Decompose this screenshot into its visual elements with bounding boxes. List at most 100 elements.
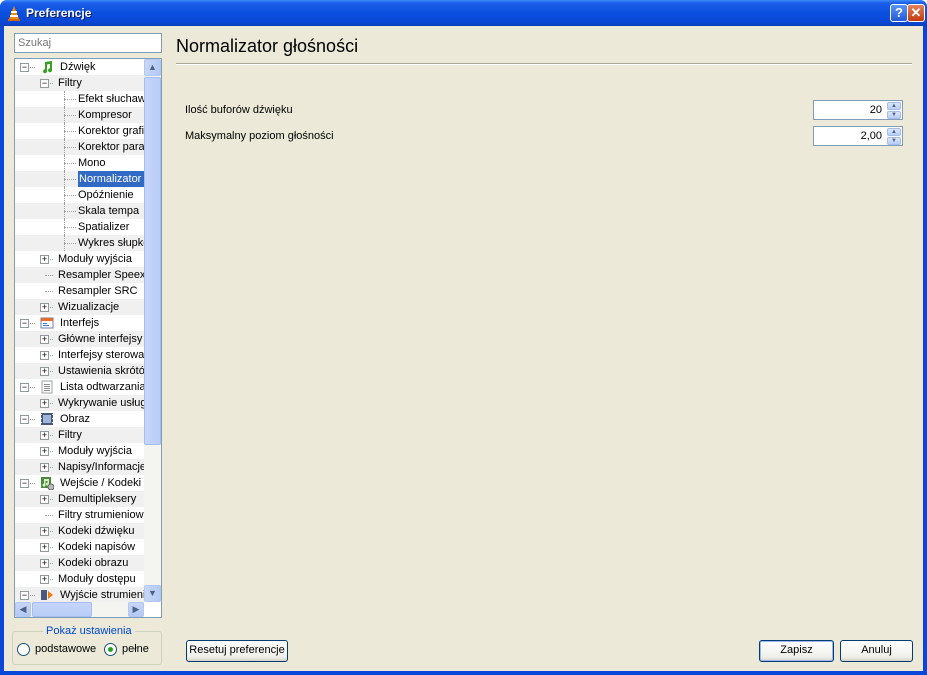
tree-item[interactable]: − Obraz xyxy=(15,411,144,427)
tree-item-label[interactable]: Korektor grafi xyxy=(78,123,144,139)
max-volume-spinbox[interactable]: 2,00 ▲ ▼ xyxy=(813,126,903,146)
tree-item[interactable]: + Główne interfejsy xyxy=(15,331,144,347)
tree-item[interactable]: Opóźnienie xyxy=(15,187,144,203)
spin-up-icon[interactable]: ▲ xyxy=(887,128,901,136)
collapse-minus-icon[interactable]: − xyxy=(40,79,49,88)
tree-item[interactable]: + Moduły wyjścia xyxy=(15,251,144,267)
scroll-right-arrow-icon[interactable]: ▶ xyxy=(128,602,144,617)
expand-plus-icon[interactable]: + xyxy=(40,351,49,360)
close-button[interactable]: ✕ xyxy=(907,4,925,22)
tree-item[interactable]: + Filtry xyxy=(15,427,144,443)
expand-plus-icon[interactable]: + xyxy=(40,463,49,472)
tree-item[interactable]: Efekt słuchaw xyxy=(15,91,144,107)
collapse-minus-icon[interactable]: − xyxy=(20,319,29,328)
collapse-minus-icon[interactable]: − xyxy=(20,63,29,72)
tree-item-label[interactable]: Korektor para xyxy=(78,139,144,155)
tree-item-label[interactable]: Moduły dostępu xyxy=(58,571,136,587)
tree-item[interactable]: − Filtry xyxy=(15,75,144,91)
tree-item[interactable]: + Moduły wyjścia xyxy=(15,443,144,459)
tree-item-label[interactable]: Wejście / Kodeki xyxy=(60,475,141,491)
tree-item-label[interactable]: Resampler SRC xyxy=(58,283,137,299)
tree-item-label[interactable]: Moduły wyjścia xyxy=(58,443,132,459)
tree-item-label[interactable]: Filtry xyxy=(58,427,82,443)
scroll-thumb-horizontal[interactable] xyxy=(32,602,92,617)
tree-item[interactable]: + Interfejsy sterowa xyxy=(15,347,144,363)
tree-item[interactable]: Korektor grafi xyxy=(15,123,144,139)
tree-item-label[interactable]: Napisy/Informacje xyxy=(58,459,144,475)
expand-plus-icon[interactable]: + xyxy=(40,559,49,568)
expand-plus-icon[interactable]: + xyxy=(40,447,49,456)
tree-item[interactable]: − Lista odtwarzania xyxy=(15,379,144,395)
radio-full-label[interactable]: pełne xyxy=(122,643,149,655)
radio-full[interactable] xyxy=(104,643,117,656)
tree-item[interactable]: + Moduły dostępu xyxy=(15,571,144,587)
tree-item-label[interactable]: Wizualizacje xyxy=(58,299,119,315)
tree-item[interactable]: + Ustawienia skrótó xyxy=(15,363,144,379)
help-button[interactable]: ? xyxy=(890,4,908,22)
tree-item-label[interactable]: Wyjście strumieni xyxy=(60,587,144,602)
tree-item-label[interactable]: Interfejs xyxy=(60,315,99,331)
tree-item-label[interactable]: Główne interfejsy xyxy=(58,331,142,347)
title-bar[interactable]: Preferencje ? ✕ xyxy=(0,0,927,26)
tree-item-label[interactable]: Moduły wyjścia xyxy=(58,251,132,267)
buffers-count-value[interactable]: 20 xyxy=(870,104,882,116)
tree-item[interactable]: − Dźwięk xyxy=(15,59,144,75)
collapse-minus-icon[interactable]: − xyxy=(20,591,29,600)
tree-item[interactable]: + Wizualizacje xyxy=(15,299,144,315)
tree-vertical-scrollbar[interactable]: ▲ ▼ xyxy=(144,59,161,602)
expand-plus-icon[interactable]: + xyxy=(40,543,49,552)
expand-plus-icon[interactable]: + xyxy=(40,431,49,440)
tree-item-label[interactable]: Kodeki dźwięku xyxy=(58,523,134,539)
cancel-button[interactable]: Anuluj xyxy=(840,640,913,662)
tree-item[interactable]: Korektor para xyxy=(15,139,144,155)
tree-item[interactable]: Resampler SRC xyxy=(15,283,144,299)
collapse-minus-icon[interactable]: − xyxy=(20,479,29,488)
tree-item-label[interactable]: Spatializer xyxy=(78,219,129,235)
max-volume-value[interactable]: 2,00 xyxy=(861,130,882,142)
scroll-up-arrow-icon[interactable]: ▲ xyxy=(144,59,161,76)
spin-up-icon[interactable]: ▲ xyxy=(887,102,901,110)
tree-item[interactable]: Normalizator g xyxy=(15,171,144,187)
tree-item[interactable]: Spatializer xyxy=(15,219,144,235)
tree-horizontal-scrollbar[interactable]: ◀ ▶ xyxy=(15,602,144,617)
tree-item-label[interactable]: Lista odtwarzania xyxy=(60,379,144,395)
scroll-thumb[interactable] xyxy=(144,77,161,445)
tree-item[interactable]: Mono xyxy=(15,155,144,171)
radio-basic[interactable] xyxy=(17,643,30,656)
tree-item-label[interactable]: Dźwięk xyxy=(60,59,95,75)
collapse-minus-icon[interactable]: − xyxy=(20,383,29,392)
tree-item-label[interactable]: Opóźnienie xyxy=(78,187,134,203)
scroll-left-arrow-icon[interactable]: ◀ xyxy=(15,602,31,617)
tree-item-label[interactable]: Efekt słuchaw xyxy=(78,91,144,107)
tree-item-label[interactable]: Kompresor xyxy=(78,107,132,123)
expand-plus-icon[interactable]: + xyxy=(40,527,49,536)
tree-item-label[interactable]: Interfejsy sterowa xyxy=(58,347,144,363)
reset-preferences-button[interactable]: Resetuj preferencje xyxy=(186,640,288,662)
tree-item-label[interactable]: Normalizator g xyxy=(78,171,144,187)
tree-item[interactable]: + Kodeki napisów xyxy=(15,539,144,555)
tree-item-label[interactable]: Skala tempa xyxy=(78,203,139,219)
tree-item[interactable]: − Wyjście strumieni xyxy=(15,587,144,602)
expand-plus-icon[interactable]: + xyxy=(40,367,49,376)
tree-item[interactable]: Kompresor xyxy=(15,107,144,123)
expand-plus-icon[interactable]: + xyxy=(40,335,49,344)
tree-item[interactable]: + Kodeki dźwięku xyxy=(15,523,144,539)
buffers-count-spinbox[interactable]: 20 ▲ ▼ xyxy=(813,100,903,120)
expand-plus-icon[interactable]: + xyxy=(40,255,49,264)
tree-item[interactable]: − Wejście / Kodeki xyxy=(15,475,144,491)
tree-item[interactable]: Filtry strumieniowa xyxy=(15,507,144,523)
spin-down-icon[interactable]: ▼ xyxy=(887,137,901,145)
scroll-down-arrow-icon[interactable]: ▼ xyxy=(144,585,161,602)
tree-item[interactable]: + Demultipleksery xyxy=(15,491,144,507)
expand-plus-icon[interactable]: + xyxy=(40,575,49,584)
save-button[interactable]: Zapisz xyxy=(759,640,834,662)
expand-plus-icon[interactable]: + xyxy=(40,303,49,312)
expand-plus-icon[interactable]: + xyxy=(40,495,49,504)
tree-item-label[interactable]: Filtry strumieniowa xyxy=(58,507,144,523)
tree-item[interactable]: Skala tempa xyxy=(15,203,144,219)
spin-down-icon[interactable]: ▼ xyxy=(887,111,901,119)
tree-item-label[interactable]: Kodeki napisów xyxy=(58,539,135,555)
expand-plus-icon[interactable]: + xyxy=(40,399,49,408)
search-input[interactable] xyxy=(14,33,162,53)
tree-item-label[interactable]: Wykres słupko xyxy=(78,235,144,251)
